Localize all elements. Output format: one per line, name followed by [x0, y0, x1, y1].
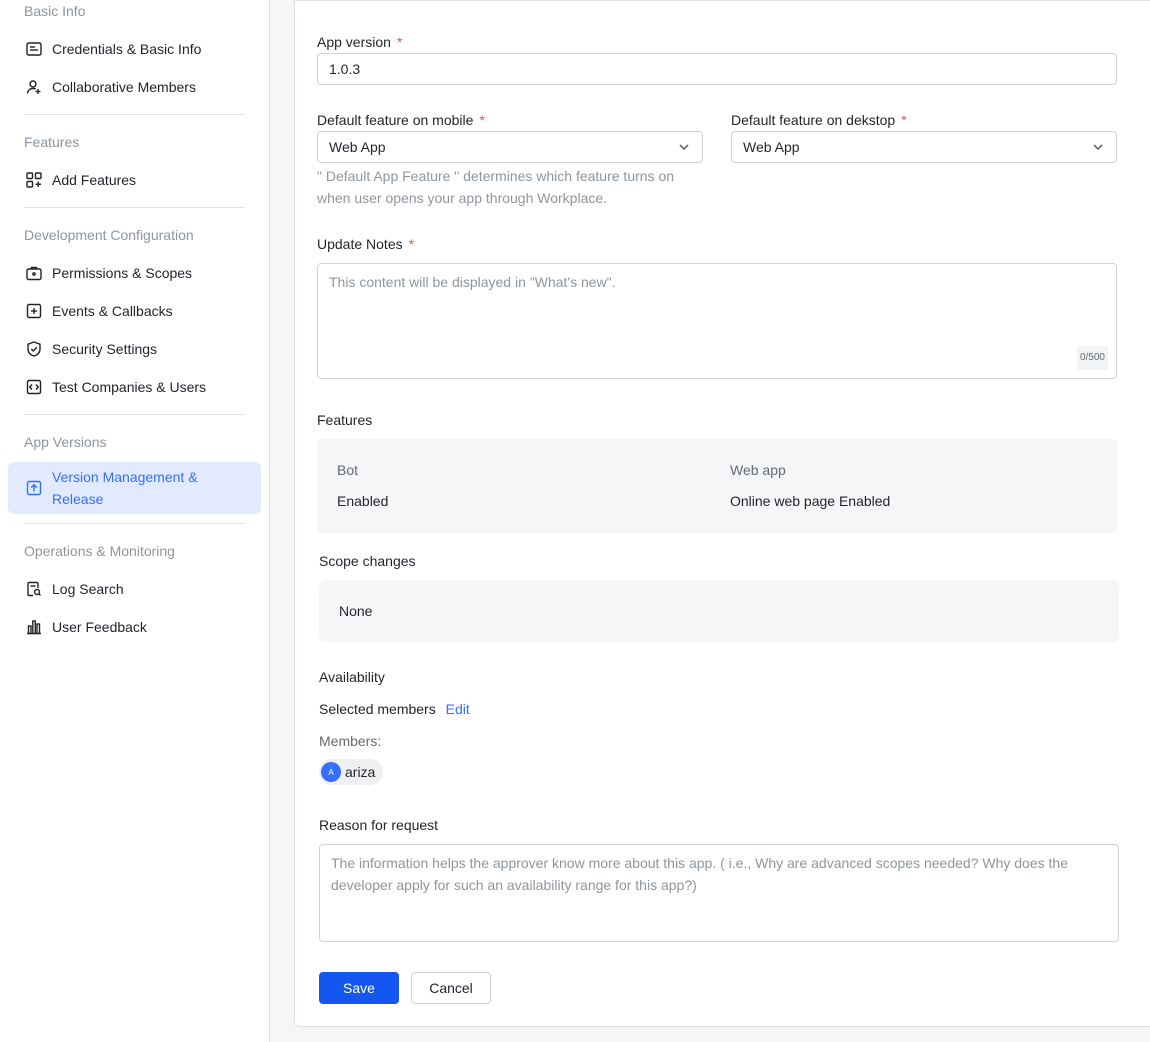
web-app-status: Online web page Enabled — [730, 493, 891, 509]
chevron-down-icon — [1093, 144, 1103, 151]
members-label: Members: — [319, 733, 382, 749]
sidebar-item-collaborative-members[interactable]: Collaborative Members — [8, 68, 261, 106]
event-plus-icon — [24, 301, 44, 321]
required-mark: * — [408, 236, 415, 252]
availability-selected: Selected members Edit — [319, 701, 470, 717]
chevron-down-icon — [679, 144, 689, 151]
sidebar-item-label: Add Features — [52, 172, 137, 188]
sidebar-item-security[interactable]: Security Settings — [8, 330, 261, 368]
sidebar-item-log-search[interactable]: Log Search — [8, 570, 261, 608]
sidebar-item-label: Test Companies & Users — [52, 379, 207, 395]
sidebar-item-label: Security Settings — [52, 341, 158, 357]
sidebar-item-label: Log Search — [52, 581, 124, 597]
sidebar-item-permissions[interactable]: Permissions & Scopes — [8, 254, 261, 292]
update-notes-label: Update Notes * — [317, 236, 414, 252]
sidebar-item-test-companies[interactable]: Test Companies & Users — [8, 368, 261, 406]
desktop-feature-label: Default feature on dekstop * — [731, 112, 907, 128]
bar-chart-icon — [24, 617, 44, 637]
code-icon — [24, 377, 44, 397]
sidebar: Basic Info Credentials & Basic Info Coll… — [0, 0, 270, 1042]
sidebar-item-user-feedback[interactable]: User Feedback — [8, 608, 261, 646]
features-panel: Bot Enabled Web app Online web page Enab… — [317, 439, 1117, 533]
group-title-operations: Operations & Monitoring — [24, 543, 175, 559]
shield-icon — [24, 339, 44, 359]
mobile-feature-select[interactable]: Web App — [317, 131, 703, 163]
default-feature-hint: " Default App Feature " determines which… — [317, 168, 675, 206]
divider — [24, 523, 245, 524]
reason-title: Reason for request — [319, 817, 439, 833]
update-notes-label-text: Update Notes — [317, 236, 403, 252]
character-counter: 0/500 — [1076, 346, 1108, 370]
avatar: A — [321, 762, 341, 782]
mobile-feature-label-text: Default feature on mobile — [317, 112, 474, 128]
mobile-feature-label: Default feature on mobile * — [317, 112, 485, 128]
app-version-label-text: App version — [317, 34, 391, 50]
sidebar-item-version-management[interactable]: Version Management & Release — [8, 462, 261, 514]
scope-changes-title: Scope changes — [319, 553, 416, 569]
app-version-input[interactable]: 1.0.3 — [317, 53, 1117, 85]
sidebar-item-label: Permissions & Scopes — [52, 265, 193, 281]
upload-icon — [24, 478, 44, 498]
sidebar-item-events[interactable]: Events & Callbacks — [8, 292, 261, 330]
edit-availability-link[interactable]: Edit — [446, 701, 470, 717]
required-mark: * — [479, 112, 485, 128]
availability-title: Availability — [319, 669, 385, 685]
group-title-basic-info: Basic Info — [24, 3, 86, 19]
desktop-feature-label-text: Default feature on dekstop — [731, 112, 896, 128]
group-title-development-configuration: Development Configuration — [24, 227, 194, 243]
sidebar-item-label: User Feedback — [52, 619, 147, 635]
desktop-feature-value: Web App — [743, 139, 800, 155]
group-title-app-versions: App Versions — [24, 434, 107, 450]
bot-status: Enabled — [337, 493, 389, 509]
scope-changes-value: None — [339, 603, 373, 619]
id-card-icon — [24, 39, 44, 59]
features-title: Features — [317, 412, 373, 428]
divider — [24, 207, 245, 208]
save-button[interactable]: Save — [319, 972, 399, 1004]
bot-label: Bot — [337, 462, 359, 478]
divider — [24, 114, 245, 115]
selected-members-text: Selected members — [319, 701, 436, 717]
required-mark: * — [901, 112, 907, 128]
version-form-card: App version * 1.0.3 Default feature on mo… — [294, 0, 1150, 1027]
scope-changes-panel: None — [319, 580, 1119, 642]
update-notes-textarea[interactable]: This content will be displayed in "What'… — [317, 263, 1117, 379]
member-name: ariza — [345, 764, 376, 780]
mobile-feature-value: Web App — [329, 139, 386, 155]
grid-plus-icon — [24, 170, 44, 190]
sidebar-item-label: Version Management & Release — [52, 469, 198, 507]
cancel-button[interactable]: Cancel — [411, 972, 491, 1004]
reason-textarea[interactable]: The information helps the approver know … — [319, 844, 1119, 942]
desktop-feature-select[interactable]: Web App — [731, 131, 1117, 163]
web-app-label: Web app — [730, 462, 786, 478]
group-title-features: Features — [24, 134, 80, 150]
member-chip: A ariza — [319, 759, 384, 785]
add-user-icon — [24, 77, 44, 97]
log-search-icon — [24, 579, 44, 599]
sidebar-item-add-features[interactable]: Add Features — [8, 161, 261, 199]
reason-placeholder: The information helps the approver know … — [331, 855, 1068, 893]
app-version-label: App version * — [317, 34, 402, 50]
app-version-value: 1.0.3 — [329, 61, 361, 77]
sidebar-item-label: Credentials & Basic Info — [52, 41, 202, 57]
sidebar-item-label: Collaborative Members — [52, 79, 196, 95]
divider — [24, 414, 245, 415]
update-notes-placeholder: This content will be displayed in "What'… — [329, 274, 616, 290]
sidebar-item-label: Events & Callbacks — [52, 303, 173, 319]
briefcase-icon — [24, 263, 44, 283]
required-mark: * — [396, 34, 403, 50]
sidebar-item-credentials[interactable]: Credentials & Basic Info — [8, 30, 261, 68]
